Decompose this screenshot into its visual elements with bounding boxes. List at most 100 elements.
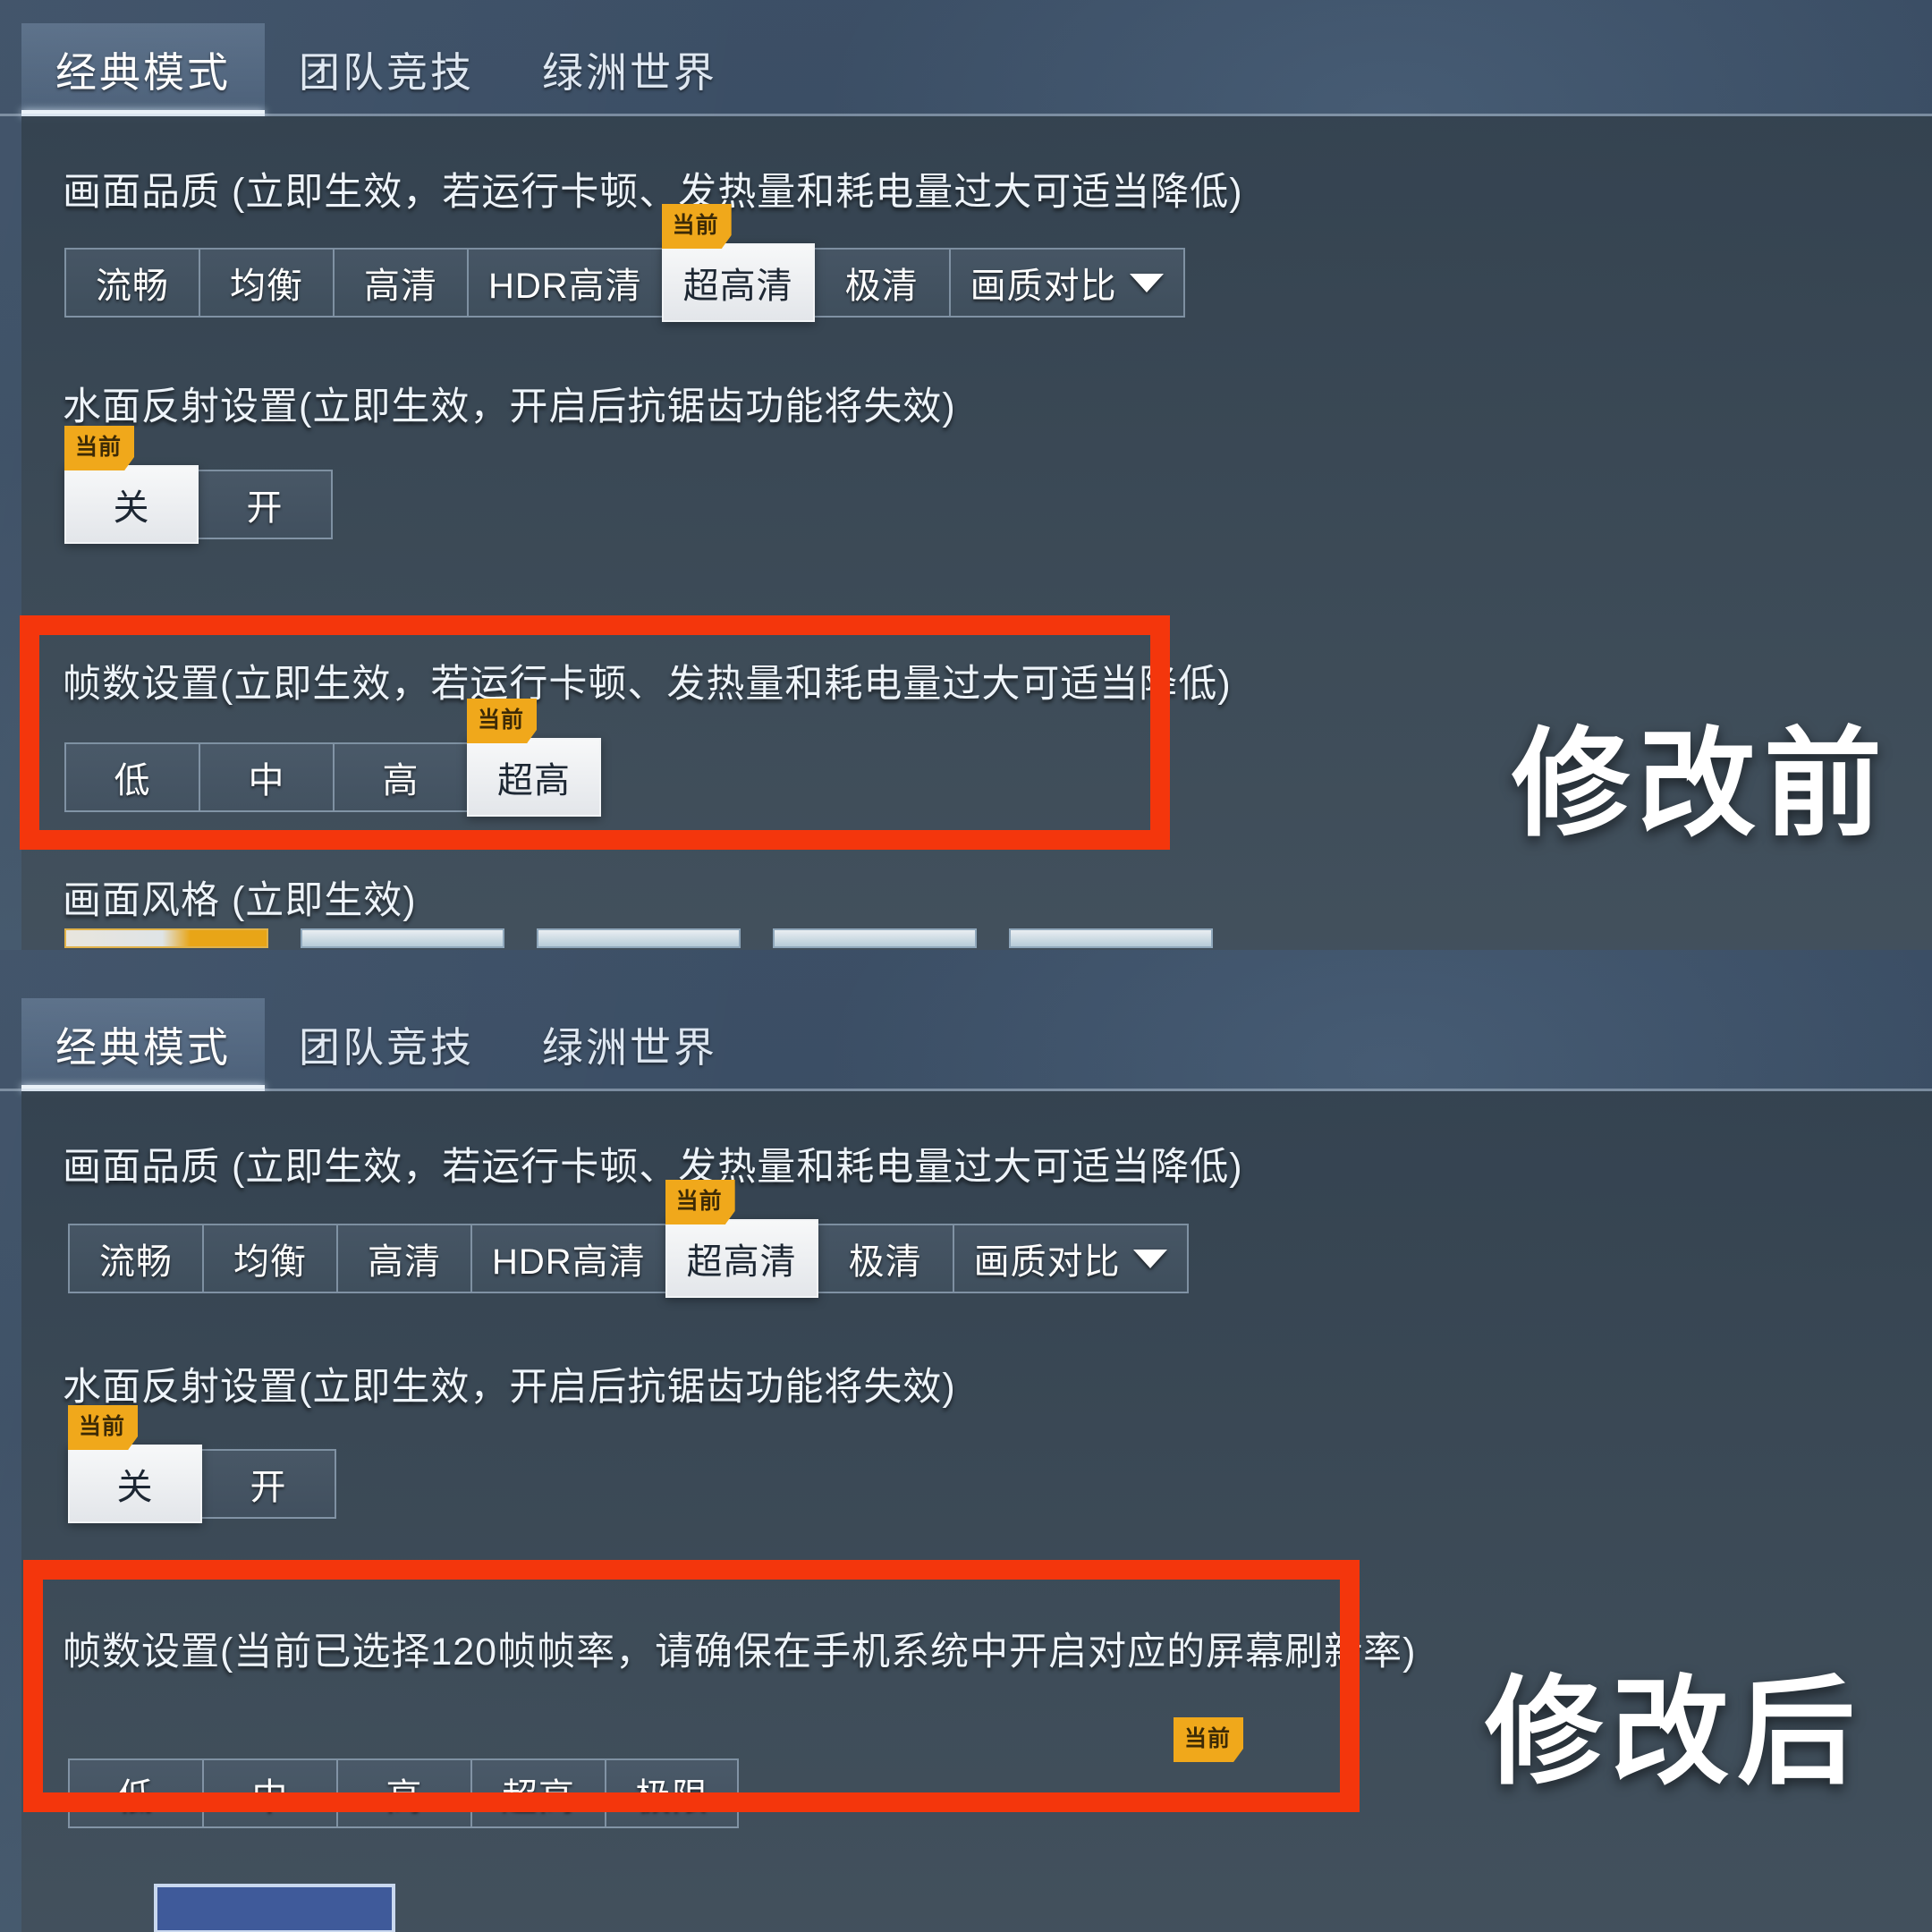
- option-label: 流畅: [96, 267, 169, 306]
- bottom-blue-chip[interactable]: [154, 1884, 395, 1932]
- framerate-option-ultra-high[interactable]: 超高: [470, 1758, 605, 1828]
- quality-option-hdr-hd[interactable]: HDR高清: [467, 248, 662, 318]
- quality-option-smooth[interactable]: 流畅: [64, 248, 199, 318]
- quality-option-balanced[interactable]: 均衡: [199, 248, 333, 318]
- quality-compare-dropdown[interactable]: 画质对比: [948, 248, 1185, 318]
- quality-option-extreme-hd[interactable]: 极清: [814, 248, 949, 318]
- dropdown-label: 画质对比: [973, 1242, 1121, 1282]
- style-thumbnail[interactable]: [773, 928, 977, 948]
- option-label: 均衡: [230, 267, 303, 306]
- framerate-option-group-after: 低 中 高 超高 极限: [68, 1758, 739, 1828]
- current-badge: 当前: [68, 1405, 139, 1450]
- style-thumbnail[interactable]: [64, 928, 268, 948]
- water-reflection-option-on[interactable]: 开: [199, 470, 333, 539]
- after-panel: 经典模式 团队竞技 绿洲世界 画面品质 (立即生效，若运行卡顿、发热量和耗电量过…: [0, 950, 1932, 1932]
- framerate-option-extreme[interactable]: 极限: [605, 1758, 739, 1828]
- tab-oasis-world-before[interactable]: 绿洲世界: [508, 23, 751, 116]
- tab-oasis-world-after[interactable]: 绿洲世界: [508, 998, 751, 1091]
- option-label: 超高清: [682, 267, 793, 306]
- option-label: 高: [382, 761, 419, 801]
- chevron-down-icon: [1132, 1249, 1167, 1268]
- option-label: 均衡: [233, 1242, 307, 1282]
- style-thumbnail[interactable]: [537, 928, 741, 948]
- quality-section-label: 画面品质 (立即生效，若运行卡顿、发热量和耗电量过大可适当降低): [63, 1146, 1243, 1189]
- style-section-label: 画面风格 (立即生效): [63, 879, 417, 922]
- framerate-option-high[interactable]: 高: [336, 1758, 470, 1828]
- water-reflection-option-off[interactable]: 当前 关: [68, 1405, 202, 1523]
- framerate-option-low[interactable]: 低: [68, 1758, 202, 1828]
- water-reflection-option-on[interactable]: 开: [202, 1449, 336, 1519]
- tab-label: 绿洲世界: [542, 49, 717, 96]
- current-badge: 当前: [661, 204, 732, 249]
- tab-label: 经典模式: [55, 49, 231, 96]
- option-label: 极清: [848, 1242, 922, 1282]
- option-label: 流畅: [99, 1242, 173, 1282]
- option-label: 关: [116, 1468, 154, 1507]
- option-label: 低: [114, 761, 151, 801]
- tabbar-after: 经典模式 团队竞技 绿洲世界: [0, 975, 1932, 1091]
- quality-option-hd[interactable]: 高清: [336, 1224, 470, 1293]
- option-label: 超高清: [686, 1242, 797, 1282]
- option-label: 超高: [497, 761, 571, 801]
- style-thumbnail-strip-before: [64, 928, 1213, 948]
- water-reflection-option-off[interactable]: 当前 关: [64, 426, 199, 544]
- framerate-option-medium[interactable]: 中: [202, 1758, 336, 1828]
- water-reflection-section-label: 水面反射设置(立即生效，开启后抗锯齿功能将失效): [63, 386, 956, 428]
- tab-list-after: 经典模式 团队竞技 绿洲世界: [21, 975, 751, 1091]
- quality-option-ultra-hd[interactable]: 当前 超高清: [661, 204, 815, 322]
- dropdown-label: 画质对比: [970, 267, 1117, 306]
- option-label: HDR高清: [488, 267, 642, 306]
- water-reflection-option-group-before: 当前 关 开: [64, 426, 333, 544]
- quality-option-hd[interactable]: 高清: [333, 248, 467, 318]
- option-label: 开: [246, 488, 284, 528]
- option-label: 中: [248, 761, 285, 801]
- framerate-option-high[interactable]: 高: [333, 742, 467, 812]
- before-panel: 经典模式 团队竞技 绿洲世界 画面品质 (立即生效，若运行卡顿、发热量和耗电量过…: [0, 0, 1932, 950]
- tab-team-battle-before[interactable]: 团队竞技: [265, 23, 508, 116]
- current-badge: 当前: [64, 426, 135, 470]
- option-label: 超高: [502, 1777, 575, 1817]
- quality-option-smooth[interactable]: 流畅: [68, 1224, 202, 1293]
- annotation-before: 修改前: [1512, 718, 1890, 850]
- framerate-option-ultra-high[interactable]: 当前 超高: [467, 699, 601, 817]
- option-label: 高清: [364, 267, 437, 306]
- current-badge: 当前: [665, 1180, 735, 1224]
- current-badge: 当前: [467, 699, 538, 743]
- tab-classic-mode-after[interactable]: 经典模式: [21, 998, 265, 1091]
- quality-compare-dropdown[interactable]: 画质对比: [952, 1224, 1189, 1293]
- framerate-option-group-before: 低 中 高 当前 超高: [64, 699, 601, 817]
- water-reflection-section-label: 水面反射设置(立即生效，开启后抗锯齿功能将失效): [63, 1366, 956, 1409]
- style-thumbnail[interactable]: [1009, 928, 1213, 948]
- tab-classic-mode-before[interactable]: 经典模式: [21, 23, 265, 116]
- chevron-down-icon: [1129, 273, 1164, 292]
- quality-option-ultra-hd[interactable]: 当前 超高清: [665, 1180, 818, 1298]
- option-label: 高清: [368, 1242, 441, 1282]
- quality-option-hdr-hd[interactable]: HDR高清: [470, 1224, 665, 1293]
- framerate-section-label: 帧数设置(当前已选择120帧帧率，请确保在手机系统中开启对应的屏幕刷新率): [63, 1631, 1417, 1674]
- quality-option-group-before: 流畅 均衡 高清 HDR高清 当前 超高清 极清 画质对比: [64, 204, 1185, 322]
- tabbar-before: 经典模式 团队竞技 绿洲世界: [0, 0, 1932, 116]
- tab-label: 团队竞技: [299, 1024, 474, 1071]
- framerate-current-badge-after: 当前: [1174, 1717, 1244, 1762]
- tab-label: 绿洲世界: [542, 1024, 717, 1071]
- quality-section-label: 画面品质 (立即生效，若运行卡顿、发热量和耗电量过大可适当降低): [63, 171, 1243, 214]
- framerate-option-low[interactable]: 低: [64, 742, 199, 812]
- tab-label: 团队竞技: [299, 49, 474, 96]
- option-label: 极清: [844, 267, 919, 306]
- quality-option-extreme-hd[interactable]: 极清: [818, 1224, 953, 1293]
- annotation-after: 修改后: [1485, 1666, 1863, 1798]
- option-label: 低: [117, 1777, 155, 1817]
- option-label: 关: [113, 488, 150, 528]
- tab-team-battle-after[interactable]: 团队竞技: [265, 998, 508, 1091]
- quality-option-group-after: 流畅 均衡 高清 HDR高清 当前 超高清 极清 画质对比: [68, 1180, 1189, 1298]
- option-label: 中: [251, 1777, 289, 1817]
- option-label: HDR高清: [492, 1242, 646, 1282]
- framerate-section-label: 帧数设置(立即生效，若运行卡顿、发热量和耗电量过大可适当降低): [63, 663, 1232, 706]
- tab-list-before: 经典模式 团队竞技 绿洲世界: [21, 0, 751, 116]
- framerate-option-medium[interactable]: 中: [199, 742, 333, 812]
- style-thumbnail[interactable]: [301, 928, 504, 948]
- option-label: 开: [250, 1468, 287, 1507]
- quality-option-balanced[interactable]: 均衡: [202, 1224, 336, 1293]
- comparison-screenshot: 经典模式 团队竞技 绿洲世界 画面品质 (立即生效，若运行卡顿、发热量和耗电量过…: [0, 0, 1932, 1932]
- option-label: 高: [386, 1777, 423, 1817]
